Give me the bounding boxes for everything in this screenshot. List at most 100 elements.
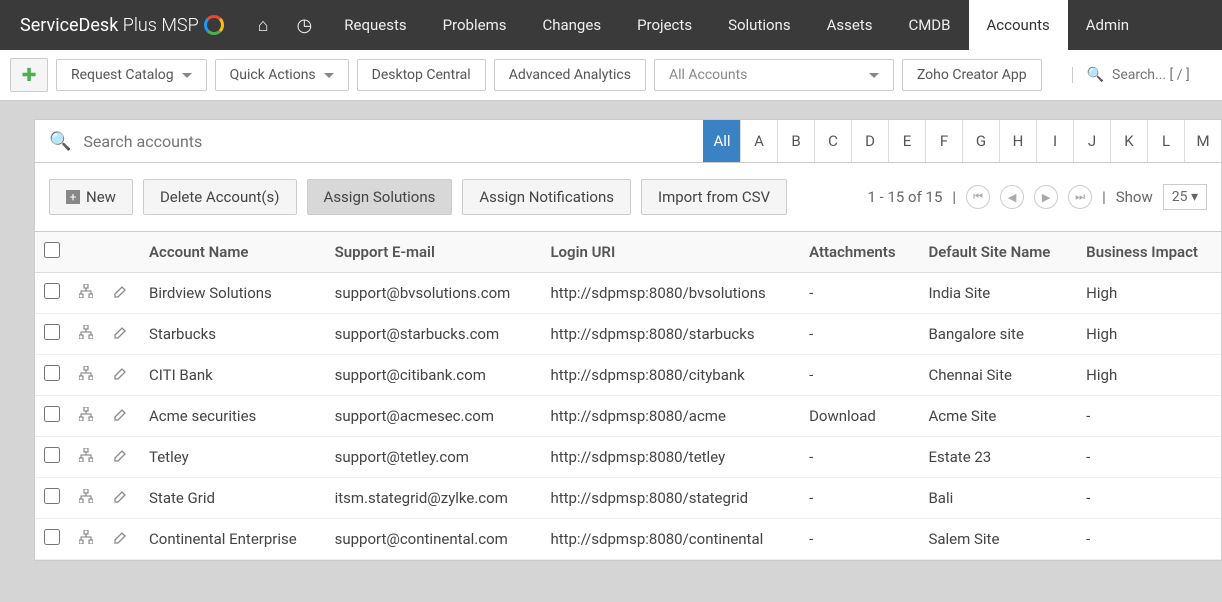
- nav-cmdb[interactable]: CMDB: [890, 0, 968, 50]
- alpha-m[interactable]: M: [1184, 120, 1221, 162]
- row-checkbox[interactable]: [44, 324, 60, 340]
- col-1[interactable]: Support E-mail: [323, 232, 539, 273]
- nav-admin[interactable]: Admin: [1068, 0, 1147, 50]
- cell-site: Estate 23: [916, 437, 1074, 478]
- cell-name: Starbucks: [137, 314, 323, 355]
- quick-actions-dropdown[interactable]: Quick Actions: [215, 59, 349, 91]
- col-4[interactable]: Default Site Name: [916, 232, 1074, 273]
- table-row[interactable]: CITI Banksupport@citibank.comhttp://sdpm…: [35, 355, 1221, 396]
- nav-requests[interactable]: Requests: [326, 0, 424, 50]
- alpha-g[interactable]: G: [962, 120, 999, 162]
- row-checkbox[interactable]: [44, 488, 60, 504]
- request-catalog-label: Request Catalog: [71, 67, 174, 83]
- edit-icon[interactable]: [103, 355, 137, 396]
- new-button[interactable]: +New: [49, 179, 133, 215]
- col-2[interactable]: Login URI: [538, 232, 797, 273]
- pager-first-icon[interactable]: ⏮: [966, 185, 990, 209]
- cell-email: support@citibank.com: [323, 355, 539, 396]
- hierarchy-icon[interactable]: [69, 396, 103, 437]
- nav-solutions[interactable]: Solutions: [710, 0, 809, 50]
- edit-icon[interactable]: [103, 396, 137, 437]
- edit-icon[interactable]: [103, 437, 137, 478]
- toolbar: ✚ Request Catalog Quick Actions Desktop …: [0, 50, 1222, 101]
- nav-assets[interactable]: Assets: [809, 0, 891, 50]
- dashboard-icon[interactable]: ◷: [283, 0, 327, 50]
- pager-next-icon[interactable]: ▶: [1034, 185, 1058, 209]
- alpha-j[interactable]: J: [1073, 120, 1110, 162]
- nav-accounts[interactable]: Accounts: [969, 0, 1068, 50]
- cell-uri: http://sdpmsp:8080/citybank: [538, 355, 797, 396]
- alpha-i[interactable]: I: [1036, 120, 1073, 162]
- pager-last-icon[interactable]: ⏭: [1068, 185, 1092, 209]
- global-search-input[interactable]: [1112, 67, 1212, 83]
- cell-site: Bangalore site: [916, 314, 1074, 355]
- alpha-all[interactable]: All: [703, 120, 740, 162]
- zoho-creator-button[interactable]: Zoho Creator App: [902, 59, 1042, 91]
- assign-solutions-button[interactable]: Assign Solutions: [307, 179, 453, 215]
- request-catalog-dropdown[interactable]: Request Catalog: [56, 59, 207, 91]
- table-row[interactable]: Continental Enterprisesupport@continenta…: [35, 519, 1221, 560]
- nav-projects[interactable]: Projects: [619, 0, 710, 50]
- cell-email: support@acmesec.com: [323, 396, 539, 437]
- edit-icon[interactable]: [103, 273, 137, 314]
- accounts-search-box: 🔍: [35, 120, 703, 162]
- row-checkbox[interactable]: [44, 406, 60, 422]
- assign-notifications-button[interactable]: Assign Notifications: [462, 179, 631, 215]
- row-checkbox[interactable]: [44, 529, 60, 545]
- alpha-l[interactable]: L: [1147, 120, 1184, 162]
- table-row[interactable]: Tetleysupport@tetley.comhttp://sdpmsp:80…: [35, 437, 1221, 478]
- hierarchy-icon[interactable]: [69, 478, 103, 519]
- home-icon[interactable]: ⌂: [244, 0, 283, 50]
- alpha-k[interactable]: K: [1110, 120, 1147, 162]
- pager-prev-icon[interactable]: ◀: [1000, 185, 1024, 209]
- alpha-a[interactable]: A: [740, 120, 777, 162]
- alpha-d[interactable]: D: [851, 120, 888, 162]
- edit-icon[interactable]: [103, 314, 137, 355]
- nav-problems[interactable]: Problems: [425, 0, 525, 50]
- cell-site: Chennai Site: [916, 355, 1074, 396]
- edit-icon[interactable]: [103, 519, 137, 560]
- page-size-select[interactable]: 25 ▾: [1163, 184, 1207, 210]
- import-csv-button[interactable]: Import from CSV: [641, 179, 787, 215]
- alpha-f[interactable]: F: [925, 120, 962, 162]
- table-row[interactable]: Birdview Solutionssupport@bvsolutions.co…: [35, 273, 1221, 314]
- cell-uri: http://sdpmsp:8080/continental: [538, 519, 797, 560]
- hierarchy-icon[interactable]: [69, 355, 103, 396]
- alpha-c[interactable]: C: [814, 120, 851, 162]
- alpha-e[interactable]: E: [888, 120, 925, 162]
- alpha-h[interactable]: H: [999, 120, 1036, 162]
- cell-site: Acme Site: [916, 396, 1074, 437]
- hierarchy-icon[interactable]: [69, 273, 103, 314]
- col-5[interactable]: Business Impact: [1074, 232, 1221, 273]
- accounts-table: Account NameSupport E-mailLogin URIAttac…: [35, 232, 1221, 560]
- cell-attachments: -: [797, 437, 916, 478]
- hierarchy-icon[interactable]: [69, 314, 103, 355]
- select-all-checkbox[interactable]: [44, 242, 60, 258]
- col-0[interactable]: Account Name: [137, 232, 323, 273]
- desktop-central-button[interactable]: Desktop Central: [357, 59, 486, 91]
- cell-uri: http://sdpmsp:8080/bvsolutions: [538, 273, 797, 314]
- row-checkbox[interactable]: [44, 365, 60, 381]
- hierarchy-icon[interactable]: [69, 519, 103, 560]
- chevron-down-icon: [324, 73, 334, 78]
- col-3[interactable]: Attachments: [797, 232, 916, 273]
- edit-icon[interactable]: [103, 478, 137, 519]
- new-request-icon[interactable]: ✚: [10, 58, 48, 92]
- cell-uri: http://sdpmsp:8080/starbucks: [538, 314, 797, 355]
- accounts-search-input[interactable]: [83, 132, 689, 151]
- table-row[interactable]: Acme securitiessupport@acmesec.comhttp:/…: [35, 396, 1221, 437]
- alpha-b[interactable]: B: [777, 120, 814, 162]
- hierarchy-icon[interactable]: [69, 437, 103, 478]
- row-checkbox[interactable]: [44, 283, 60, 299]
- nav-changes[interactable]: Changes: [524, 0, 619, 50]
- table-row[interactable]: Starbuckssupport@starbucks.comhttp://sdp…: [35, 314, 1221, 355]
- delete-accounts-button[interactable]: Delete Account(s): [143, 179, 297, 215]
- row-checkbox[interactable]: [44, 447, 60, 463]
- pager-range: 1 - 15 of 15: [867, 188, 942, 206]
- table-row[interactable]: State Griditsm.stategrid@zylke.comhttp:/…: [35, 478, 1221, 519]
- search-icon: 🔍: [49, 131, 71, 152]
- col-edit: [103, 232, 137, 273]
- advanced-analytics-button[interactable]: Advanced Analytics: [494, 59, 646, 91]
- zoho-creator-label: Zoho Creator App: [917, 67, 1027, 83]
- account-filter-select[interactable]: All Accounts: [654, 59, 894, 91]
